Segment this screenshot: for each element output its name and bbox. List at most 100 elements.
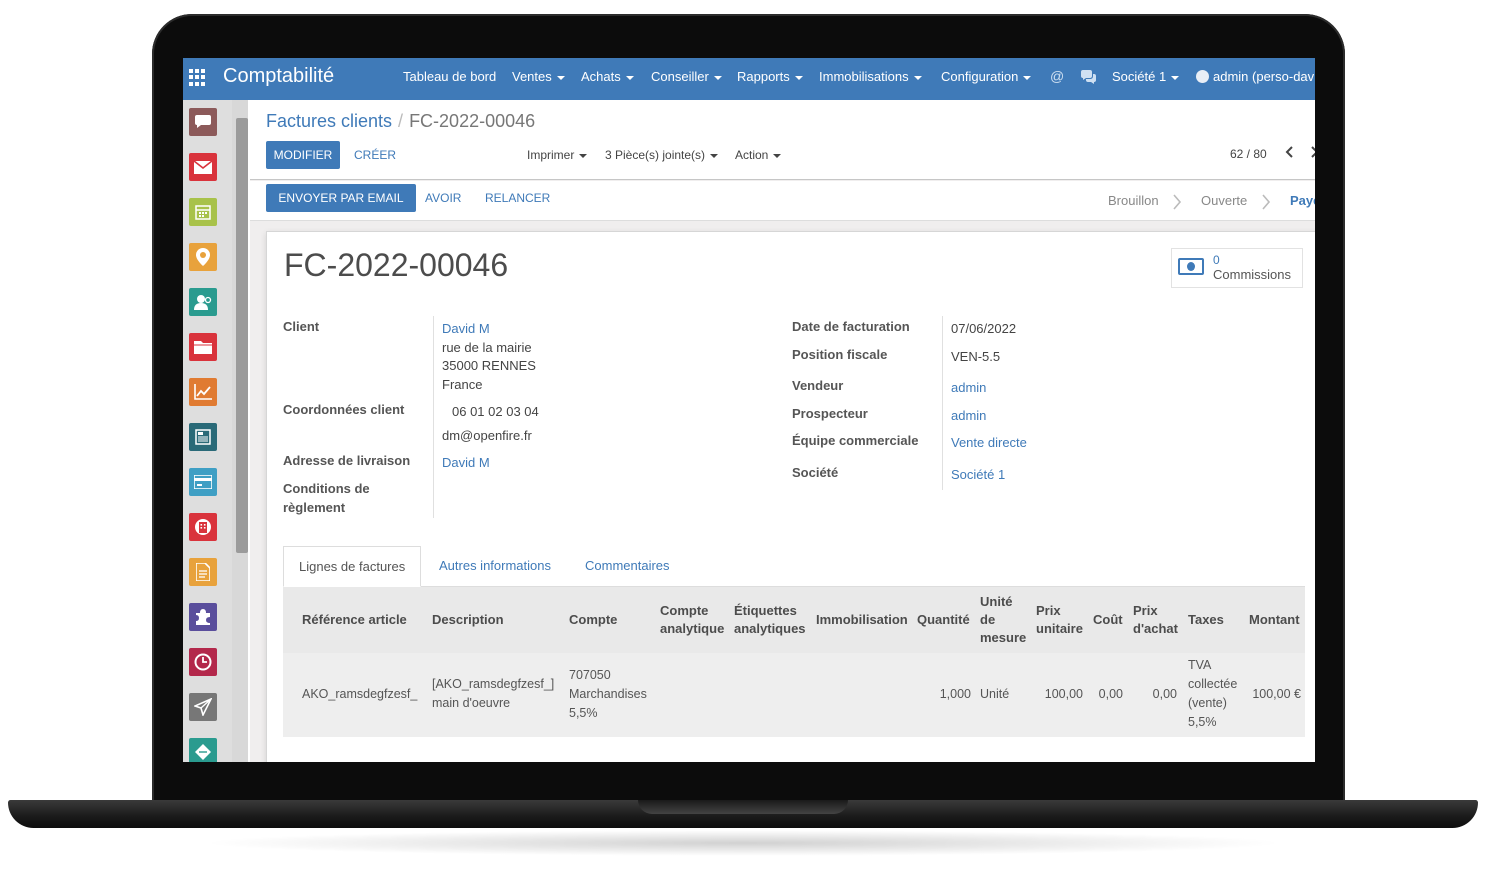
laptop-mockup: Comptabilité Tableau de bord Ventes Acha… bbox=[0, 0, 1486, 878]
menu-purchases[interactable]: Achats bbox=[581, 69, 634, 84]
col-product-ref[interactable]: Référence article bbox=[302, 611, 407, 629]
building-icon[interactable] bbox=[189, 513, 217, 541]
menu-dashboard[interactable]: Tableau de bord bbox=[403, 69, 496, 84]
menu-reports[interactable]: Rapports bbox=[737, 69, 803, 84]
col-purchase-price[interactable]: Prix d'achat bbox=[1133, 602, 1178, 638]
menu-assets[interactable]: Immobilisations bbox=[819, 69, 922, 84]
menu-reports-label: Rapports bbox=[737, 69, 790, 84]
col-purchase-price-l2: d'achat bbox=[1133, 621, 1178, 636]
puzzle-icon[interactable] bbox=[189, 603, 217, 631]
send-icon[interactable] bbox=[189, 693, 217, 721]
col-account[interactable]: Compte bbox=[569, 611, 617, 629]
cell-uom: Unité bbox=[980, 687, 1010, 701]
cell-account-l1: 707050 bbox=[569, 668, 611, 682]
attachments-menu[interactable]: 3 Pièce(s) jointe(s) bbox=[605, 148, 719, 162]
stage-draft[interactable]: Brouillon bbox=[1108, 193, 1159, 208]
invoice-lines-header: Référence article Description Compte Com… bbox=[283, 587, 1305, 653]
cell-taxes-l2: collectée bbox=[1188, 677, 1238, 691]
menu-configuration[interactable]: Configuration bbox=[941, 69, 1032, 84]
action-menu[interactable]: Action bbox=[735, 148, 782, 162]
client-label: Client bbox=[283, 319, 320, 334]
card-icon[interactable] bbox=[189, 468, 217, 496]
client-name[interactable]: David M bbox=[442, 321, 490, 336]
cell-account-l2: Marchandises bbox=[569, 687, 647, 701]
invoice-icon[interactable] bbox=[189, 423, 217, 451]
user-menu[interactable]: admin (perso-dav bbox=[1196, 69, 1314, 84]
col-asset[interactable]: Immobilisation bbox=[816, 611, 908, 629]
cell-product-ref: AKO_ramsdegfzesf_ bbox=[302, 687, 418, 701]
pager-previous-icon[interactable] bbox=[1285, 145, 1295, 162]
mentions-icon[interactable]: @ bbox=[1050, 68, 1064, 84]
cell-taxes-l4: 5,5% bbox=[1188, 715, 1217, 729]
chevron-down-icon bbox=[625, 75, 634, 80]
clock-icon[interactable] bbox=[189, 648, 217, 676]
breadcrumb-parent[interactable]: Factures clients bbox=[266, 111, 392, 131]
col-cost[interactable]: Coût bbox=[1093, 611, 1123, 629]
menu-configuration-label: Configuration bbox=[941, 69, 1019, 84]
folder-icon[interactable] bbox=[189, 333, 217, 361]
sales-team-value[interactable]: Vente directe bbox=[951, 435, 1027, 450]
delivery-address[interactable]: David M bbox=[442, 455, 490, 470]
calendar-icon[interactable] bbox=[189, 198, 217, 226]
col-uom-l2: de bbox=[980, 612, 996, 627]
discuss-icon[interactable] bbox=[189, 108, 217, 136]
tab-other-info[interactable]: Autres informations bbox=[424, 546, 566, 587]
col-analytic-account[interactable]: Compte analytique bbox=[660, 602, 724, 638]
cell-account-l3: 5,5% bbox=[569, 706, 598, 720]
contacts-icon[interactable] bbox=[189, 288, 217, 316]
chevron-down-icon bbox=[556, 75, 565, 80]
stage-paid[interactable]: Payé bbox=[1290, 193, 1315, 208]
tab-comments[interactable]: Commentaires bbox=[570, 546, 685, 587]
edit-button[interactable]: MODIFIER bbox=[266, 141, 340, 169]
commissions-button[interactable]: 0 Commissions bbox=[1171, 248, 1303, 288]
col-unit-price-l2: unitaire bbox=[1036, 621, 1083, 636]
control-panel: Factures clients / FC-2022-00046 MODIFIER … bbox=[250, 100, 1315, 180]
send-email-button[interactable]: ENVOYER PAR EMAIL bbox=[266, 184, 416, 212]
ticket-icon[interactable] bbox=[189, 738, 217, 762]
screen: Comptabilité Tableau de bord Ventes Acha… bbox=[183, 58, 1315, 762]
create-button[interactable]: CRÉER bbox=[354, 148, 396, 162]
prospector-value[interactable]: admin bbox=[951, 408, 986, 423]
remind-button[interactable]: RELANCER bbox=[485, 191, 550, 205]
col-analytic-account-l2: analytique bbox=[660, 621, 725, 636]
document-icon[interactable] bbox=[189, 558, 217, 586]
app-title[interactable]: Comptabilité bbox=[223, 65, 334, 88]
table-row[interactable]: AKO_ramsdegfzesf_ [AKO_ramsdegfzesf_] ma… bbox=[283, 653, 1305, 737]
col-quantity[interactable]: Quantité bbox=[917, 611, 970, 629]
col-amount[interactable]: Montant bbox=[1249, 611, 1300, 629]
client-city: 35000 RENNES bbox=[442, 358, 536, 373]
chart-icon[interactable] bbox=[189, 378, 217, 406]
pager-next-icon[interactable] bbox=[1309, 145, 1315, 162]
sidebar-scrollbar-thumb[interactable] bbox=[236, 118, 248, 553]
col-analytic-tags-l2: analytiques bbox=[734, 621, 806, 636]
fiscal-position-label: Position fiscale bbox=[792, 347, 888, 362]
cell-description-l2: main d'oeuvre bbox=[432, 696, 511, 710]
chevron-down-icon bbox=[913, 75, 922, 80]
apps-grid-icon[interactable] bbox=[189, 69, 206, 86]
print-menu[interactable]: Imprimer bbox=[527, 148, 588, 162]
chat-icon[interactable] bbox=[1080, 70, 1097, 87]
company-value[interactable]: Société 1 bbox=[951, 467, 1005, 482]
menu-sales[interactable]: Ventes bbox=[512, 69, 565, 84]
col-unit-price-l1: Prix bbox=[1036, 603, 1061, 618]
stage-open[interactable]: Ouverte bbox=[1201, 193, 1247, 208]
col-uom[interactable]: Unité de mesure bbox=[980, 593, 1026, 647]
seller-value[interactable]: admin bbox=[951, 380, 986, 395]
laptop-shadow bbox=[200, 830, 1286, 856]
menu-sales-label: Ventes bbox=[512, 69, 552, 84]
col-unit-price[interactable]: Prix unitaire bbox=[1036, 602, 1083, 638]
company-switcher[interactable]: Société 1 bbox=[1112, 69, 1180, 84]
map-pin-icon[interactable] bbox=[189, 243, 217, 271]
menu-advisor[interactable]: Conseiller bbox=[651, 69, 722, 84]
col-analytic-tags[interactable]: Étiquettes analytiques bbox=[734, 602, 806, 638]
col-taxes[interactable]: Taxes bbox=[1188, 611, 1224, 629]
col-uom-l1: Unité bbox=[980, 594, 1013, 609]
chevron-down-icon bbox=[794, 75, 803, 80]
pager-value[interactable]: 62 / 80 bbox=[1230, 147, 1267, 161]
mail-icon[interactable] bbox=[189, 153, 217, 181]
invoice-sheet: FC-2022-00046 0 Commissions Client David… bbox=[266, 231, 1315, 762]
tab-invoice-lines[interactable]: Lignes de factures bbox=[283, 546, 422, 587]
col-description[interactable]: Description bbox=[432, 611, 504, 629]
refund-button[interactable]: AVOIR bbox=[425, 191, 461, 205]
breadcrumb-current: FC-2022-00046 bbox=[409, 111, 536, 131]
